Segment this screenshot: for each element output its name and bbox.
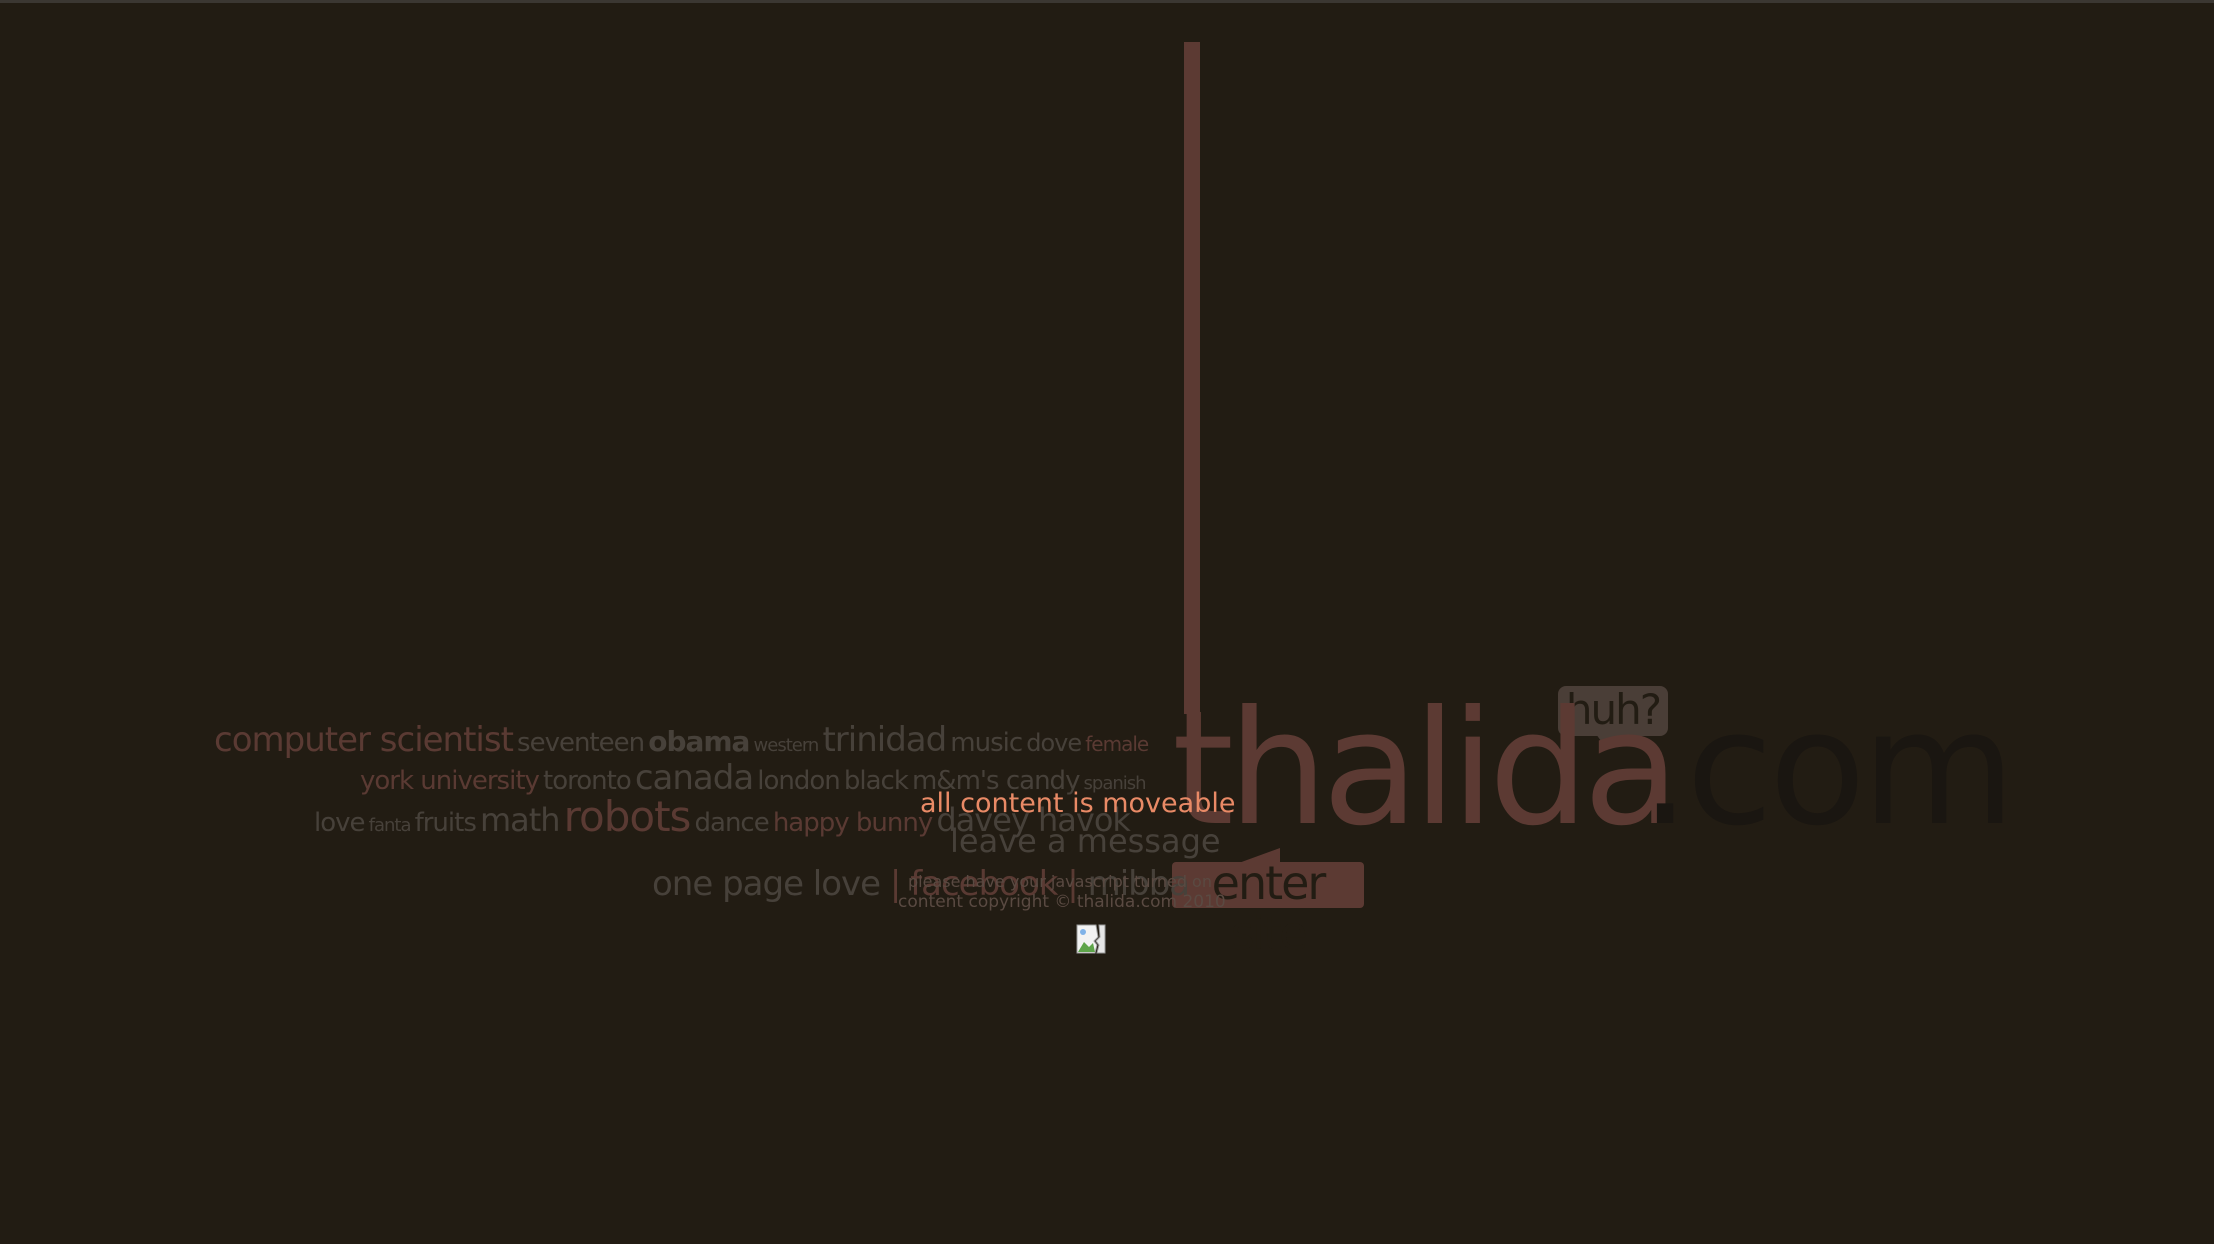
tag-happy-bunny[interactable]: happy bunny — [773, 808, 933, 838]
tag-fanta[interactable]: fanta — [369, 815, 412, 836]
tag-cloud-row-1[interactable]: computer scientist seventeen obama weste… — [214, 720, 1149, 760]
javascript-note: please have your javascript turned on — [908, 872, 1212, 891]
copyright-text: content copyright © thalida.com 2010 — [898, 892, 1226, 912]
vertical-bar[interactable] — [1184, 42, 1200, 714]
tag-obama[interactable]: obama — [648, 725, 750, 758]
tag-dove[interactable]: dove — [1026, 729, 1082, 757]
broken-image-icon — [1076, 924, 1106, 954]
one-page-love-link[interactable]: one page love — [652, 864, 881, 904]
moveable-notice: all content is moveable — [920, 788, 1236, 819]
tag-fruits[interactable]: fruits — [415, 808, 477, 838]
tag-seventeen[interactable]: seventeen — [517, 728, 645, 758]
tag-western[interactable]: western — [754, 735, 820, 756]
tag-robots[interactable]: robots — [564, 792, 692, 841]
tag-math[interactable]: math — [480, 801, 561, 839]
leave-message-link[interactable]: leave a message — [950, 822, 1221, 860]
tag-love[interactable]: love — [314, 808, 366, 838]
top-edge-line — [0, 0, 2214, 3]
tag-female[interactable]: female — [1085, 732, 1149, 756]
tag-dance[interactable]: dance — [695, 808, 770, 838]
tag-computer-scientist[interactable]: computer scientist — [214, 720, 514, 760]
tag-trinidad[interactable]: trinidad — [822, 720, 947, 760]
logo-dot-com[interactable]: .com — [1640, 690, 2016, 848]
logo-thalida[interactable]: thalida — [1172, 690, 1680, 848]
tag-music[interactable]: music — [950, 728, 1023, 758]
